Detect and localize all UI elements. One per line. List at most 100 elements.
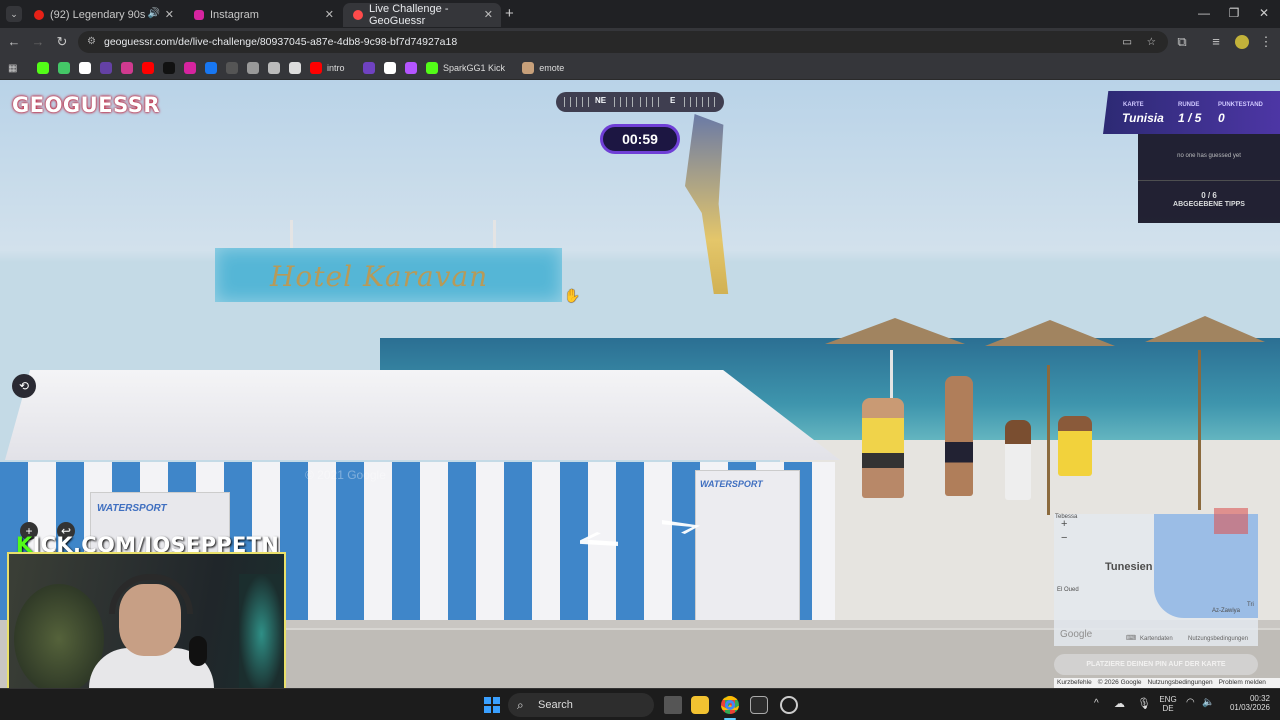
bookmark-item[interactable]: intro — [310, 61, 345, 75]
bookmark-icon — [384, 62, 396, 74]
clock[interactable]: 00:32 01/03/2026 — [1224, 694, 1270, 712]
compass-tick — [632, 97, 633, 107]
instagram-icon — [194, 10, 204, 20]
compass-label-e: E — [670, 96, 676, 105]
close-tab-icon[interactable]: ✕ — [165, 8, 174, 21]
minimap-town: Az-Zawiya — [1212, 608, 1241, 614]
score-panel: KARTE Tunisia RUNDE 1 / 5 PUNKTESTAND 0 — [1103, 91, 1280, 134]
guess-minimap[interactable]: Tunesien Tebessa El Oued Az-Zawiya Tri +… — [1054, 508, 1258, 646]
forward-icon[interactable]: → — [30, 34, 46, 49]
zoom-out-button[interactable]: − — [1061, 532, 1067, 544]
bookmark-item[interactable] — [142, 61, 159, 75]
extensions-icon[interactable]: ⧉ — [1174, 34, 1190, 50]
chrome-icon[interactable] — [721, 696, 739, 714]
minimap-town: Tri — [1247, 602, 1254, 608]
address-bar[interactable]: ⚙ geoguessr.com/de/live-challenge/809370… — [78, 31, 1168, 53]
bookmark-item[interactable] — [79, 61, 96, 75]
bookmark-star-icon[interactable]: ☆ — [1147, 31, 1156, 53]
bookmark-item[interactable] — [226, 61, 243, 75]
cast-icon[interactable]: ▭ — [1122, 31, 1132, 53]
epic-games-icon[interactable] — [750, 696, 768, 714]
beach-umbrella — [985, 320, 1115, 346]
compass-tick — [570, 97, 571, 107]
minimap-town: El Oued — [1057, 587, 1079, 593]
mic-tray-icon[interactable]: 🎙 — [1137, 697, 1151, 710]
report-problem-link[interactable]: Problem melden — [1219, 678, 1266, 688]
zoom-in-button[interactable]: + — [1061, 518, 1067, 530]
minimap-keyboard-icon[interactable]: ⌨ — [1126, 634, 1136, 642]
close-tab-icon[interactable]: ✕ — [484, 8, 493, 21]
bookmark-label: intro — [327, 63, 345, 73]
profile-avatar[interactable] — [1235, 35, 1249, 49]
bookmark-icon — [226, 62, 238, 74]
tab-geoguessr[interactable]: Live Challenge - GeoGuessr ✕ — [343, 3, 501, 27]
background-light — [239, 574, 284, 694]
bookmark-item[interactable] — [205, 61, 222, 75]
bookmark-icon — [522, 62, 535, 74]
close-window-icon[interactable]: ✕ — [1256, 6, 1272, 20]
back-icon[interactable]: ← — [6, 34, 22, 49]
return-to-start-icon[interactable]: ⟲ — [12, 374, 36, 398]
minimap-map-data-link[interactable]: Kartendaten — [1140, 636, 1173, 642]
reading-list-icon[interactable]: ≡ — [1208, 34, 1224, 49]
tab-search-button[interactable]: ⌄ — [6, 6, 22, 22]
reload-icon[interactable]: ↻ — [54, 34, 70, 50]
bookmark-item[interactable] — [363, 61, 380, 75]
bookmark-item[interactable]: SparkGG1 Kick — [426, 61, 505, 75]
bookmark-item[interactable] — [58, 61, 75, 75]
apps-icon[interactable]: ▦ — [8, 61, 17, 75]
compass-tick — [588, 97, 589, 107]
menu-icon[interactable]: ⋮ — [1258, 34, 1274, 50]
clock-time: 00:32 — [1249, 694, 1270, 703]
shortcuts-link[interactable]: Kurzbefehle — [1057, 678, 1092, 688]
bookmark-item[interactable] — [289, 61, 306, 75]
settings-app-icon[interactable] — [780, 696, 798, 714]
minimize-icon[interactable]: — — [1196, 6, 1212, 20]
tab-youtube[interactable]: (92) Legendary 90s & 2000s 🔊 ✕ — [24, 3, 182, 27]
bookmark-item[interactable]: emote — [522, 61, 564, 75]
bookmark-item[interactable] — [268, 61, 285, 75]
person — [1058, 416, 1092, 476]
webcam-overlay — [7, 552, 286, 708]
wifi-icon[interactable]: ◠ — [1186, 697, 1195, 708]
volume-icon[interactable]: 🔈 — [1202, 697, 1214, 708]
taskbar-search[interactable]: ⌕ Search — [508, 693, 654, 717]
bookmark-item[interactable] — [37, 61, 54, 75]
site-info-icon[interactable]: ⚙ — [87, 31, 96, 53]
bookmark-item[interactable] — [405, 61, 422, 75]
taskbar-search-label: Search — [538, 699, 573, 711]
bookmark-item[interactable] — [121, 61, 138, 75]
audio-icon[interactable]: 🔊 — [148, 8, 160, 19]
no-guesses-text: no one has guessed yet — [1177, 153, 1241, 159]
file-explorer-icon[interactable] — [691, 696, 709, 714]
language-indicator[interactable]: ENG DE — [1158, 695, 1178, 713]
new-tab-button[interactable]: + — [505, 5, 514, 22]
bookmark-item[interactable] — [184, 61, 201, 75]
windows-start-icon[interactable] — [484, 697, 500, 713]
geoguessr-logo[interactable]: GEOGUESSR — [12, 93, 160, 117]
bookmark-icon — [100, 62, 112, 74]
task-view-icon[interactable] — [664, 696, 682, 714]
minimap-country-label: Tunesien — [1105, 561, 1153, 573]
cloud-icon[interactable]: ☁ — [1114, 697, 1125, 710]
divider — [1138, 180, 1280, 181]
place-pin-button[interactable]: PLATZIERE DEINEN PIN AUF DER KARTE — [1054, 654, 1258, 675]
points-label: PUNKTESTAND — [1218, 102, 1263, 108]
close-tab-icon[interactable]: ✕ — [325, 8, 334, 21]
beach-umbrella — [825, 318, 965, 344]
restore-icon[interactable]: ❐ — [1226, 6, 1242, 20]
microphone — [189, 636, 207, 666]
url-text: geoguessr.com/de/live-challenge/80937045… — [104, 36, 458, 48]
poster-title: WATERSPORT — [97, 503, 167, 514]
bookmark-item[interactable] — [384, 61, 401, 75]
tray-overflow-icon[interactable]: ^ — [1094, 698, 1099, 709]
bookmark-item[interactable] — [247, 61, 264, 75]
cabin-roof — [5, 370, 840, 460]
bookmark-item[interactable] — [163, 61, 180, 75]
tab-instagram[interactable]: Instagram ✕ — [184, 3, 342, 27]
minimap-terms-link[interactable]: Nutzungsbedingungen — [1188, 636, 1248, 642]
bookmark-item[interactable] — [100, 61, 117, 75]
bookmarks-bar: ▦ intro SparkGG1 Kick emote — [0, 56, 1280, 80]
terms-link[interactable]: Nutzungsbedingungen — [1148, 678, 1213, 688]
points-value: 0 — [1218, 111, 1225, 125]
